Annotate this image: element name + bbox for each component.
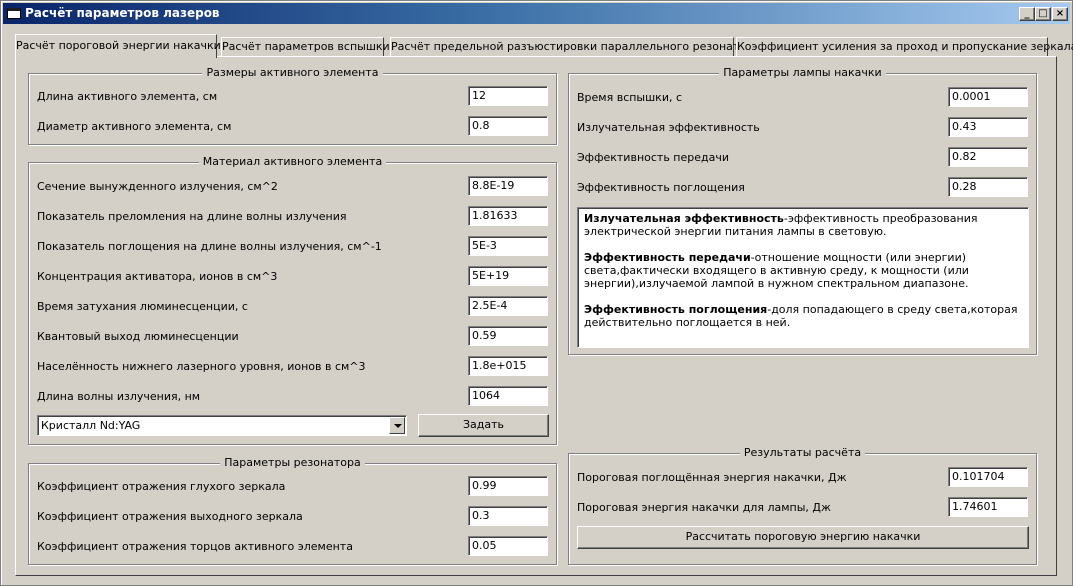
tab-misalignment[interactable]: Расчёт предельной разъюстировки параллел… xyxy=(390,37,760,57)
lower-level-population-label: Населённость нижнего лазерного уровня, и… xyxy=(37,360,366,373)
tab-panel: Размеры активного элемента Длина активно… xyxy=(15,56,1057,576)
absorbed-threshold-label: Пороговая поглощённая энергия накачки, Д… xyxy=(577,471,847,484)
help-absorption-term: Эффективность поглощения xyxy=(584,303,768,316)
calculate-button[interactable]: Рассчитать пороговую энергию накачки xyxy=(577,526,1029,549)
help-transfer-term: Эффективность передачи xyxy=(584,251,751,264)
radiative-efficiency-label: Излучательная эффективность xyxy=(577,121,760,134)
title-bar[interactable]: Расчёт параметров лазеров _ □ × xyxy=(3,3,1070,24)
results-group: Результаты расчёта Пороговая поглощённая… xyxy=(568,446,1037,565)
help-radiative-term: Излучательная эффективность xyxy=(584,212,784,225)
end-faces-input[interactable]: 0.05 xyxy=(468,536,548,556)
transfer-efficiency-label: Эффективность передачи xyxy=(577,151,730,164)
length-label: Длина активного элемента, см xyxy=(37,90,218,103)
crystal-select-value: Кристалл Nd:YAG xyxy=(41,419,141,432)
window-title: Расчёт параметров лазеров xyxy=(25,6,220,20)
quantum-yield-label: Квантовый выход люминесценции xyxy=(37,330,239,343)
wavelength-input[interactable]: 1064 xyxy=(468,386,548,406)
window-icon xyxy=(7,8,21,19)
absorbed-threshold-output[interactable]: 0.101704 xyxy=(948,467,1028,487)
close-button[interactable]: × xyxy=(1052,7,1068,21)
wavelength-label: Длина волны излучения, нм xyxy=(37,390,201,403)
refractive-index-label: Показатель преломления на длине волны из… xyxy=(37,210,347,223)
lower-level-population-input[interactable]: 1.8e+015 xyxy=(468,356,548,376)
dimensions-title: Размеры активного элемента xyxy=(202,66,383,79)
flash-time-input[interactable]: 0.0001 xyxy=(948,87,1028,107)
refractive-index-input[interactable]: 1.81633 xyxy=(468,206,548,226)
lamp-threshold-label: Пороговая энергия накачки для лампы, Дж xyxy=(577,501,831,514)
flash-time-label: Время вспышки, с xyxy=(577,91,683,104)
output-mirror-label: Коэффициент отражения выходного зеркала xyxy=(37,510,303,523)
radiative-efficiency-input[interactable]: 0.43 xyxy=(948,117,1028,137)
diameter-label: Диаметр активного элемента, см xyxy=(37,120,232,133)
main-window: Расчёт параметров лазеров _ □ × Расчёт п… xyxy=(0,0,1073,586)
end-faces-label: Коэффициент отражения торцов активного э… xyxy=(37,540,353,553)
quantum-yield-input[interactable]: 0.59 xyxy=(468,326,548,346)
lamp-threshold-output[interactable]: 1.74601 xyxy=(948,497,1028,517)
absorption-label: Показатель поглощения на длине волны изл… xyxy=(37,240,382,253)
cross-section-label: Сечение вынужденного излучения, см^2 xyxy=(37,180,278,193)
absorption-efficiency-input[interactable]: 0.28 xyxy=(948,177,1028,197)
material-group: Материал активного элемента Сечение выну… xyxy=(28,155,557,445)
decay-time-input[interactable]: 2.5E-4 xyxy=(468,296,548,316)
length-input[interactable]: 12 xyxy=(468,86,548,106)
lamp-title: Параметры лампы накачки xyxy=(719,66,886,79)
concentration-input[interactable]: 5E+19 xyxy=(468,266,548,286)
material-title: Материал активного элемента xyxy=(198,155,387,168)
maximize-button[interactable]: □ xyxy=(1035,7,1051,21)
minimize-button[interactable]: _ xyxy=(1019,7,1035,21)
decay-time-label: Время затухания люминесценции, с xyxy=(37,300,248,313)
absorption-efficiency-label: Эффективность поглощения xyxy=(577,181,745,194)
lamp-group: Параметры лампы накачки Время вспышки, с… xyxy=(568,66,1037,355)
help-absorption: Эффективность поглощения-доля попадающег… xyxy=(584,303,1022,329)
tab-gain-transmission[interactable]: Коэффициент усиления за проход и пропуск… xyxy=(736,37,1073,57)
help-transfer: Эффективность передачи-отношение мощност… xyxy=(584,251,1022,290)
absorption-input[interactable]: 5E-3 xyxy=(468,236,548,256)
chevron-down-icon[interactable] xyxy=(389,417,405,434)
output-mirror-input[interactable]: 0.3 xyxy=(468,506,548,526)
help-radiative: Излучательная эффективность-эффективност… xyxy=(584,212,1022,238)
tab-flash-params[interactable]: Расчёт параметров вспышки xyxy=(221,37,390,57)
set-button[interactable]: Задать xyxy=(418,414,549,437)
transfer-efficiency-input[interactable]: 0.82 xyxy=(948,147,1028,167)
cross-section-input[interactable]: 8.8E-19 xyxy=(468,176,548,196)
crystal-select[interactable]: Кристалл Nd:YAG xyxy=(37,415,407,436)
resonator-group: Параметры резонатора Коэффициент отражен… xyxy=(28,456,557,565)
concentration-label: Концентрация активатора, ионов в см^3 xyxy=(37,270,278,283)
dimensions-group: Размеры активного элемента Длина активно… xyxy=(28,66,557,145)
resonator-title: Параметры резонатора xyxy=(220,456,365,469)
rear-mirror-input[interactable]: 0.99 xyxy=(468,476,548,496)
efficiency-help-text[interactable]: Излучательная эффективность-эффективност… xyxy=(577,207,1029,348)
diameter-input[interactable]: 0.8 xyxy=(468,116,548,136)
tab-threshold-energy[interactable]: Расчёт пороговой энергии накачки xyxy=(15,34,221,58)
results-title: Результаты расчёта xyxy=(739,446,866,459)
rear-mirror-label: Коэффициент отражения глухого зеркала xyxy=(37,480,286,493)
